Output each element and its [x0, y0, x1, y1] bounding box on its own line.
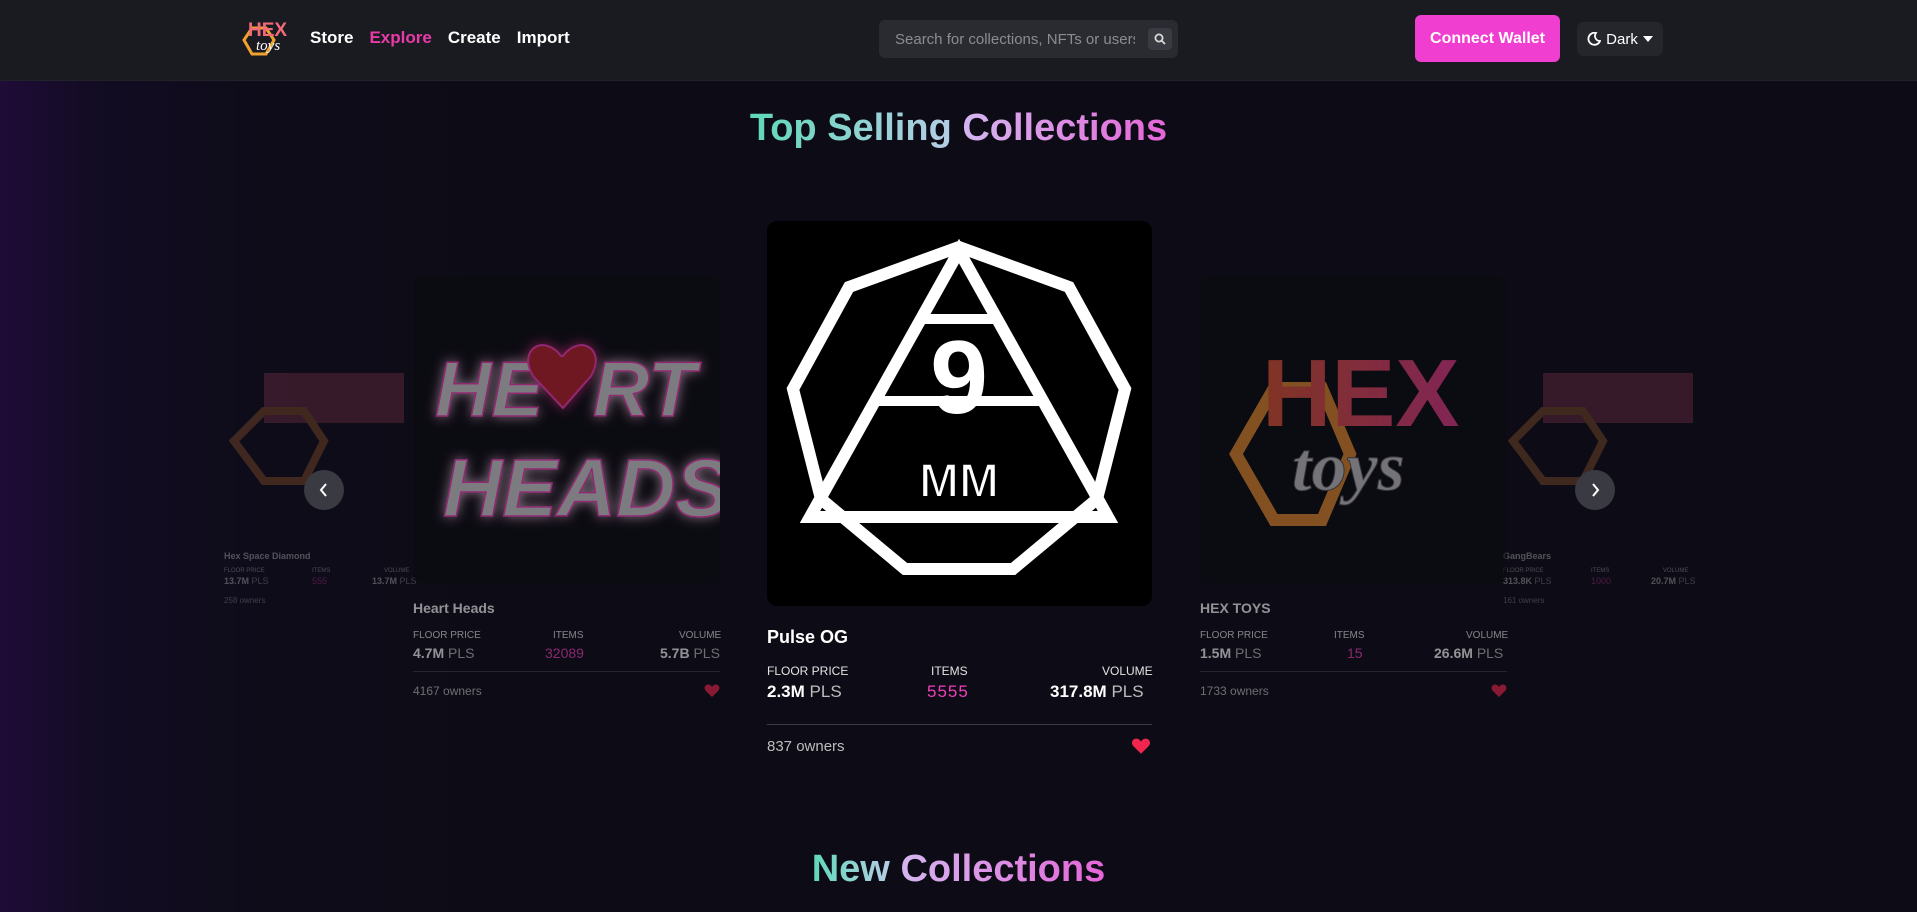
items-value: 1000 [1591, 576, 1612, 586]
collection-card-hex-toys[interactable]: HEX toys HEX TOYS FLOOR PRICE 1.5M PLS I… [1200, 276, 1509, 701]
collection-image: HEX toys [1200, 276, 1507, 583]
collection-image [1503, 371, 1696, 567]
caret-down-icon [1642, 36, 1653, 42]
svg-text:HEADS: HEADS [443, 443, 720, 534]
collection-image: 9 MM [767, 221, 1152, 606]
carousel-prev-button[interactable] [304, 470, 344, 510]
items-value: 32089 [545, 645, 584, 661]
volume-label: VOLUME [1663, 568, 1689, 574]
floor-label: FLOOR PRICE [1200, 630, 1268, 641]
owners-count: 837 owners [767, 738, 845, 755]
card-divider [413, 671, 720, 672]
items-value: 5555 [927, 682, 969, 701]
items-label: ITEMS [553, 630, 584, 641]
heart-icon[interactable] [704, 684, 720, 698]
floor-value: 2.3M PLS [767, 682, 842, 701]
volume-label: VOLUME [1466, 630, 1509, 641]
volume-value: 5.7B PLS [660, 645, 720, 661]
collection-name: GangBears [1503, 551, 1552, 561]
collection-card-pulse-og[interactable]: 9 MM Pulse OG FLOOR PRICE 2.3M PLS ITEMS… [767, 221, 1153, 755]
collection-image [224, 371, 420, 567]
card-divider [1200, 671, 1507, 672]
items-value: 15 [1347, 645, 1363, 661]
volume-value: 13.7M PLS [372, 576, 417, 586]
collection-name: Heart Heads [413, 600, 495, 616]
heading-part-1: New [811, 848, 890, 890]
chevron-right-icon [1592, 483, 1600, 497]
heart-icon[interactable] [1131, 738, 1151, 755]
volume-label: VOLUME [679, 630, 722, 641]
svg-text:toys: toys [1292, 429, 1405, 506]
floor-label: FLOOR PRICE [413, 630, 481, 641]
owners-count: 1733 owners [1200, 684, 1269, 698]
heading-part-2: Collections [962, 107, 1168, 149]
hex-toys-logo[interactable]: HEX toys [236, 14, 294, 62]
volume-label: VOLUME [1102, 664, 1153, 678]
items-value: 555 [312, 576, 328, 586]
theme-dropdown[interactable]: Dark [1577, 22, 1663, 56]
new-collections-heading: New Collections [0, 848, 1917, 891]
collection-name: Pulse OG [767, 627, 849, 647]
svg-text:toys: toys [256, 38, 280, 54]
floor-label: FLOOR PRICE [767, 664, 849, 678]
volume-value: 317.8M PLS [1050, 682, 1144, 701]
main-content: Top Selling Collections Hex Space Diamon… [0, 81, 1917, 912]
search-icon [1154, 33, 1166, 45]
floor-label: FLOOR PRICE [224, 568, 265, 574]
svg-text:MM: MM [919, 455, 999, 508]
card-divider [767, 724, 1152, 725]
collection-name: Hex Space Diamond [224, 551, 311, 561]
volume-value: 26.6M PLS [1434, 645, 1504, 661]
nav-create[interactable]: Create [448, 28, 501, 48]
search-button[interactable] [1148, 28, 1172, 50]
collection-name: HEX TOYS [1200, 600, 1271, 616]
search-input[interactable] [895, 29, 1135, 49]
volume-label: VOLUME [384, 568, 410, 574]
items-label: ITEMS [931, 664, 968, 678]
items-label: ITEMS [1334, 630, 1365, 641]
owners-count: 4167 owners [413, 684, 482, 698]
volume-value: 20.7M PLS [1651, 576, 1696, 586]
collection-card-heart-heads[interactable]: HE RT HEADS Heart Heads FLOOR PRICE 4.7M… [413, 276, 722, 701]
nav-store[interactable]: Store [310, 28, 353, 48]
heart-icon[interactable] [1491, 684, 1507, 698]
moon-icon [1587, 32, 1602, 46]
connect-wallet-button[interactable]: Connect Wallet [1415, 15, 1560, 62]
items-label: ITEMS [312, 568, 331, 574]
chevron-left-icon [319, 483, 327, 497]
floor-value: 313.8K PLS [1503, 576, 1552, 586]
items-label: ITEMS [1591, 568, 1610, 574]
carousel-next-button[interactable] [1575, 470, 1615, 510]
theme-label: Dark [1606, 30, 1638, 48]
svg-text:RT: RT [593, 345, 702, 433]
svg-text:9: 9 [930, 320, 988, 436]
floor-value: 1.5M PLS [1200, 645, 1262, 661]
nav-explore[interactable]: Explore [369, 28, 431, 48]
floor-label: FLOOR PRICE [1503, 568, 1544, 574]
floor-value: 13.7M PLS [224, 576, 269, 586]
search-box [879, 20, 1178, 58]
owners-count: 161 owners [1503, 596, 1545, 605]
heading-part-1: Top Selling [749, 107, 952, 149]
floor-value: 4.7M PLS [413, 645, 475, 661]
top-selling-heading: Top Selling Collections [0, 107, 1917, 150]
top-navbar: HEX toys Store Explore Create Import Con… [0, 0, 1917, 81]
nav-import[interactable]: Import [517, 28, 570, 48]
heading-part-2: Collections [900, 848, 1106, 890]
main-nav: Store Explore Create Import [310, 28, 570, 48]
collection-image: HE RT HEADS [413, 276, 720, 583]
owners-count: 258 owners [224, 596, 266, 605]
